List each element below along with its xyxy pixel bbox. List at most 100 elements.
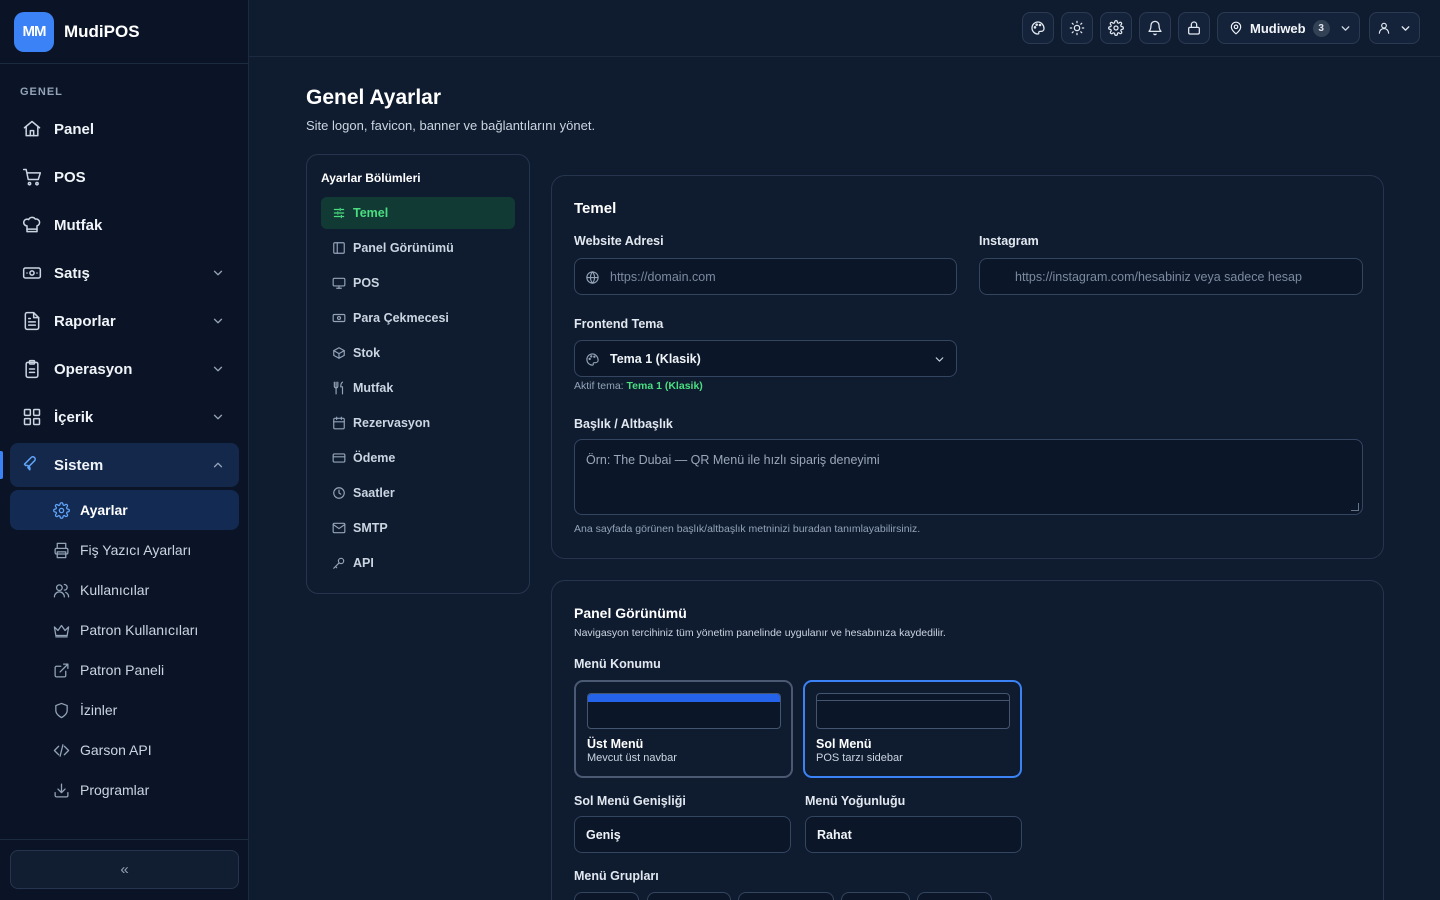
instagram-placeholder: https://instagram.com/hesabiniz veya sad… [1015, 269, 1302, 284]
code-icon [53, 742, 70, 759]
sidebar-item-satis[interactable]: Satış [10, 251, 239, 295]
topbar: Mudiweb 3 [249, 0, 1440, 57]
menu-group-chip[interactable] [841, 892, 910, 900]
density-value: Rahat [817, 827, 852, 842]
menu-option-subtitle: POS tarzı sidebar [816, 752, 903, 764]
section-link-pos[interactable]: POS [321, 267, 515, 299]
location-name: Mudiweb [1250, 20, 1306, 36]
sidebar-item-icerik[interactable]: İçerik [10, 395, 239, 439]
active-theme-hint: Aktif tema: Tema 1 (Klasik) [574, 380, 703, 392]
left-menu-preview [816, 693, 1010, 729]
sidebar-subitem-label: Patron Paneli [80, 662, 165, 678]
collapse-sidebar-button[interactable]: « [10, 850, 239, 889]
gear-icon [53, 501, 70, 519]
width-label: Sol Menü Genişliği [574, 794, 686, 808]
density-label: Menü Yoğunluğu [805, 794, 906, 808]
density-select[interactable]: Rahat [805, 816, 1022, 853]
chevron-down-icon [211, 362, 225, 376]
section-link-label: Rezervasyon [353, 416, 431, 430]
sidebar-item-label: POS [54, 168, 86, 186]
sidebar-item-raporlar[interactable]: Raporlar [10, 299, 239, 343]
width-select[interactable]: Geniş [574, 816, 791, 853]
menu-group-chip[interactable] [647, 892, 731, 900]
sidebar-subitem-fis-yazici[interactable]: Fiş Yazıcı Ayarları [10, 530, 239, 570]
lock-button[interactable] [1178, 12, 1210, 44]
banknote-icon [332, 311, 346, 325]
panel-view-title: Panel Görünümü [574, 605, 687, 621]
active-theme-prefix: Aktif tema: [574, 380, 624, 392]
double-chevron-left-icon: « [120, 861, 129, 878]
sidebar-subitem-patron-kullanicilari[interactable]: Patron Kullanıcıları [10, 610, 239, 650]
heading-label: Başlık / Altbaşlık [574, 417, 673, 431]
sidebar-subitem-label: Patron Kullanıcıları [80, 622, 199, 638]
theme-select[interactable]: Tema 1 (Klasik) [574, 340, 957, 377]
sidebar-subitem-ayarlar[interactable]: Ayarlar [10, 490, 239, 530]
menu-option-top[interactable]: Üst Menü Mevcut üst navbar [574, 680, 793, 778]
section-link-label: Temel [353, 206, 389, 220]
instagram-input[interactable]: https://instagram.com/hesabiniz veya sad… [979, 258, 1363, 295]
sidebar-subitem-label: Garson API [80, 742, 152, 758]
palette-icon [1030, 20, 1046, 36]
website-input[interactable]: https://domain.com [574, 258, 957, 295]
menu-group-chip[interactable] [574, 892, 639, 900]
sidebar-subitem-izinler[interactable]: İzinler [10, 690, 239, 730]
menu-option-subtitle: Mevcut üst navbar [587, 752, 677, 764]
section-link-smtp[interactable]: SMTP [321, 512, 515, 544]
layout-sidebar-icon [332, 241, 346, 255]
section-link-para-cekmecesi[interactable]: Para Çekmecesi [321, 302, 515, 334]
temel-title: Temel [574, 200, 617, 217]
chevron-down-icon [211, 410, 225, 424]
section-link-panel-gorunumu[interactable]: Panel Görünümü [321, 232, 515, 264]
sidebar-item-mutfak[interactable]: Mutfak [10, 203, 239, 247]
page-title: Genel Ayarlar [306, 86, 442, 109]
sidebar-item-label: Sistem [54, 456, 104, 474]
menu-group-chip[interactable] [917, 892, 992, 900]
sidebar-item-operasyon[interactable]: Operasyon [10, 347, 239, 391]
chef-hat-icon [22, 215, 42, 235]
panel-view-card: Panel Görünümü Navigasyon tercihiniz tüm… [551, 580, 1384, 900]
sidebar-subitem-programlar[interactable]: Programlar [10, 770, 239, 810]
cart-icon [22, 167, 42, 187]
menu-group-chip[interactable] [738, 892, 834, 900]
sidebar-item-panel[interactable]: Panel [10, 107, 239, 151]
palette-button[interactable] [1022, 12, 1054, 44]
grid-icon [22, 407, 42, 427]
globe-icon [585, 270, 600, 285]
box-icon [332, 346, 346, 360]
heading-textarea[interactable]: Örn: The Dubai — QR Menü ile hızlı sipar… [574, 439, 1363, 515]
section-link-mutfak[interactable]: Mutfak [321, 372, 515, 404]
section-link-stok[interactable]: Stok [321, 337, 515, 369]
sidebar-subitem-patron-paneli[interactable]: Patron Paneli [10, 650, 239, 690]
heading-placeholder: Örn: The Dubai — QR Menü ile hızlı sipar… [586, 453, 880, 467]
theme-toggle-button[interactable] [1061, 12, 1093, 44]
section-link-saatler[interactable]: Saatler [321, 477, 515, 509]
temel-card: Temel Website Adresi https://domain.com … [551, 175, 1384, 559]
menu-option-left[interactable]: Sol Menü POS tarzı sidebar [803, 680, 1022, 778]
section-link-api[interactable]: API [321, 547, 515, 579]
palette-icon [585, 352, 600, 367]
sidebar-item-sistem[interactable]: Sistem [10, 443, 239, 487]
section-link-temel[interactable]: Temel [321, 197, 515, 229]
chevron-down-icon [1399, 22, 1412, 35]
menu-option-title: Sol Menü [816, 737, 872, 751]
section-link-label: Saatler [353, 486, 395, 500]
brand: MM MudiPOS [0, 0, 248, 64]
sidebar-subitem-label: Ayarlar [80, 502, 128, 518]
section-link-odeme[interactable]: Ödeme [321, 442, 515, 474]
resize-handle[interactable] [1351, 503, 1359, 511]
user-menu-button[interactable] [1369, 12, 1420, 44]
chevron-down-icon [933, 353, 946, 366]
bell-icon [1147, 20, 1163, 36]
crown-icon [53, 622, 70, 639]
monitor-icon [332, 276, 346, 290]
section-link-rezervasyon[interactable]: Rezervasyon [321, 407, 515, 439]
sidebar-item-pos[interactable]: POS [10, 155, 239, 199]
location-count-badge: 3 [1312, 19, 1330, 37]
location-selector[interactable]: Mudiweb 3 [1217, 12, 1360, 44]
settings-button[interactable] [1100, 12, 1132, 44]
notifications-button[interactable] [1139, 12, 1171, 44]
sidebar-subitem-garson-api[interactable]: Garson API [10, 730, 239, 770]
section-link-label: Ödeme [353, 451, 396, 465]
sidebar-subitem-kullanicilar[interactable]: Kullanıcılar [10, 570, 239, 610]
section-link-label: Stok [353, 346, 381, 360]
